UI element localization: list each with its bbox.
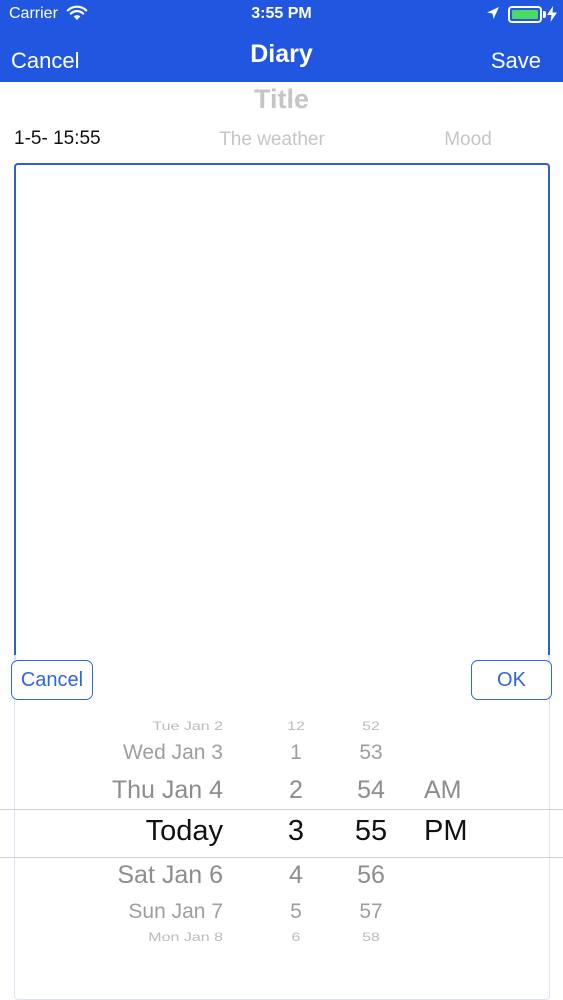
- minute-wheel-item[interactable]: 53: [340, 741, 402, 765]
- status-time: 3:55 PM: [251, 5, 312, 22]
- ampm-wheel-item[interactable]: AM: [424, 776, 462, 805]
- entry-date-label: 1-5- 15:55: [14, 128, 101, 149]
- header: Carrier 3:55 PM Cancel Diary Save: [0, 0, 563, 82]
- picker-selection-line-top: [0, 809, 563, 810]
- status-bar: Carrier 3:55 PM: [0, 0, 563, 30]
- hour-wheel-item[interactable]: 5: [266, 900, 326, 924]
- date-wheel-item[interactable]: Thu Jan 4: [112, 776, 223, 805]
- hour-wheel-item[interactable]: 4: [266, 861, 326, 890]
- location-arrow-icon: [487, 7, 499, 19]
- battery-level-fill: [512, 10, 538, 19]
- hour-wheel-item[interactable]: 1: [266, 741, 326, 765]
- hour-wheel-item[interactable]: 2: [266, 776, 326, 805]
- date-wheel-item[interactable]: Sun Jan 7: [128, 900, 223, 924]
- minute-wheel-item[interactable]: 58: [340, 931, 402, 945]
- weather-input[interactable]: [180, 126, 364, 154]
- date-wheel-item[interactable]: Tue Jan 2: [152, 720, 223, 734]
- date-wheel-selected-item[interactable]: Today: [146, 815, 223, 848]
- date-wheel-item[interactable]: Mon Jan 8: [148, 931, 223, 945]
- battery-tip: [543, 11, 546, 18]
- hour-wheel-selected-item[interactable]: 3: [266, 815, 326, 848]
- minute-wheel-item[interactable]: 52: [340, 720, 402, 734]
- minute-wheel-selected-item[interactable]: 55: [340, 815, 402, 848]
- minute-wheel-item[interactable]: 54: [340, 776, 402, 805]
- hour-wheel-item[interactable]: 6: [266, 931, 326, 945]
- minute-wheel-item[interactable]: 56: [340, 861, 402, 890]
- battery-icon: [508, 6, 542, 23]
- picker-ok-button[interactable]: OK: [471, 660, 552, 700]
- title-input[interactable]: [150, 82, 413, 116]
- mood-input[interactable]: [410, 126, 526, 154]
- date-wheel-item[interactable]: Wed Jan 3: [123, 741, 223, 765]
- minute-wheel-item[interactable]: 57: [340, 900, 402, 924]
- date-wheel-item[interactable]: Sat Jan 6: [117, 861, 223, 890]
- picker-selection-line-bottom: [0, 857, 563, 858]
- hour-wheel-item[interactable]: 12: [266, 720, 326, 734]
- ampm-wheel-selected-item[interactable]: PM: [424, 815, 468, 848]
- nav-cancel-button[interactable]: Cancel: [11, 48, 79, 74]
- save-button[interactable]: Save: [491, 48, 541, 74]
- page-title: Diary: [250, 40, 313, 68]
- charging-bolt-icon: [547, 6, 557, 22]
- picker-cancel-button[interactable]: Cancel: [11, 660, 93, 700]
- diary-body-textarea[interactable]: [14, 163, 550, 683]
